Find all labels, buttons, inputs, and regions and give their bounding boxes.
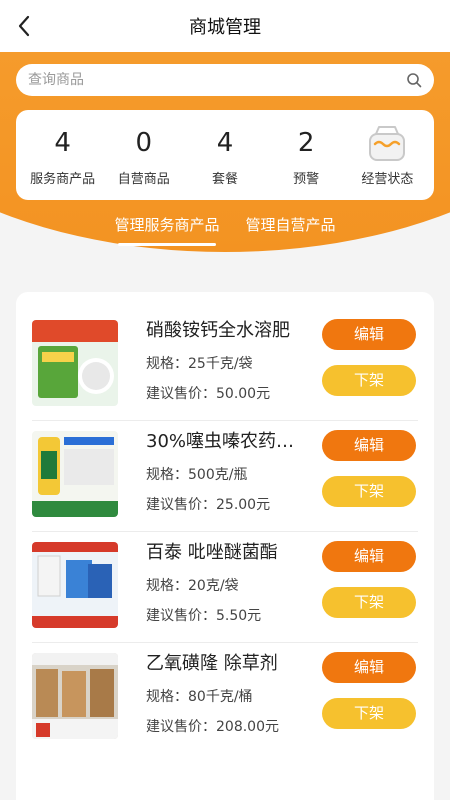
tab-service-products[interactable]: 管理服务商产品 <box>114 210 220 250</box>
delist-button[interactable]: 下架 <box>322 587 416 618</box>
product-info: 百泰 吡唑醚菌酯 规格：20克/袋 建议售价：5.50元 <box>146 540 306 627</box>
stat-packages[interactable]: 4 套餐 <box>185 124 265 187</box>
product-info: 乙氧磺隆 除草剂 规格：80千克/桶 建议售价：208.00元 <box>146 651 306 738</box>
hero-panel: 4 服务商产品 0 自营商品 4 套餐 2 预警 经营状态 管理服务商产品 管理… <box>0 52 450 262</box>
product-name: 乙氧磺隆 除草剂 <box>146 653 278 674</box>
product-image <box>32 320 118 406</box>
stat-value: 0 <box>135 127 153 158</box>
edit-button[interactable]: 编辑 <box>322 319 416 350</box>
delist-button[interactable]: 下架 <box>322 365 416 396</box>
stat-label: 预警 <box>293 171 320 187</box>
search-input[interactable] <box>28 72 406 88</box>
stat-self-products[interactable]: 0 自营商品 <box>104 124 184 187</box>
product-info: 硝酸铵钙全水溶肥 规格：25千克/袋 建议售价：50.00元 <box>146 318 306 405</box>
product-name: 百泰 吡唑醚菌酯 <box>146 542 278 563</box>
stat-value: 2 <box>297 127 315 158</box>
stat-label: 经营状态 <box>361 171 414 187</box>
product-actions: 编辑 下架 <box>322 319 416 396</box>
product-info: 30%噻虫嗪农药杀虫剂 规格：500克/瓶 建议售价：25.00元 <box>146 429 306 516</box>
product-image <box>32 431 118 517</box>
product-image <box>32 542 118 628</box>
delist-button[interactable]: 下架 <box>322 476 416 507</box>
stat-label: 自营商品 <box>117 171 170 187</box>
list-item[interactable]: 硝酸铵钙全水溶肥 规格：25千克/袋 建议售价：50.00元 编辑 下架 <box>32 310 418 421</box>
search-bar[interactable] <box>16 64 434 96</box>
stat-value: 4 <box>54 127 71 158</box>
product-image <box>32 653 118 739</box>
product-price: 建议售价：208.00元 <box>146 719 279 735</box>
product-spec: 规格：80千克/桶 <box>146 689 253 705</box>
stats-card: 4 服务商产品 0 自营商品 4 套餐 2 预警 经营状态 <box>16 110 434 200</box>
stat-service-products[interactable]: 4 服务商产品 <box>23 124 103 187</box>
product-list: 硝酸铵钙全水溶肥 规格：25千克/袋 建议售价：50.00元 编辑 下架 30%… <box>16 292 434 800</box>
list-item[interactable]: 百泰 吡唑醚菌酯 规格：20克/袋 建议售价：5.50元 编辑 下架 <box>32 532 418 643</box>
list-item[interactable]: 乙氧磺隆 除草剂 规格：80千克/桶 建议售价：208.00元 编辑 下架 <box>32 643 418 754</box>
product-price: 建议售价：5.50元 <box>146 608 262 624</box>
product-price: 建议售价：25.00元 <box>146 497 271 513</box>
product-spec: 规格：25千克/袋 <box>146 356 253 372</box>
stat-label: 套餐 <box>211 171 238 187</box>
tab-bar: 管理服务商产品 管理自营产品 <box>0 210 450 250</box>
product-name: 硝酸铵钙全水溶肥 <box>146 320 290 341</box>
list-item[interactable]: 30%噻虫嗪农药杀虫剂 规格：500克/瓶 建议售价：25.00元 编辑 下架 <box>32 421 418 532</box>
stat-label: 服务商产品 <box>30 171 96 187</box>
delist-button[interactable]: 下架 <box>322 698 416 729</box>
edit-button[interactable]: 编辑 <box>322 652 416 683</box>
back-button[interactable] <box>12 14 36 38</box>
stat-business-status[interactable]: 经营状态 <box>347 124 427 187</box>
product-actions: 编辑 下架 <box>322 541 416 618</box>
product-spec: 规格：20克/袋 <box>146 578 239 594</box>
product-actions: 编辑 下架 <box>322 430 416 507</box>
search-icon[interactable] <box>406 72 422 88</box>
edit-button[interactable]: 编辑 <box>322 430 416 461</box>
page-title: 商城管理 <box>189 17 261 38</box>
chevron-left-icon <box>18 15 30 37</box>
product-spec: 规格：500克/瓶 <box>146 467 248 483</box>
shop-status-icon <box>369 125 406 161</box>
tab-self-products[interactable]: 管理自营产品 <box>246 210 336 250</box>
stat-value: 4 <box>216 127 234 158</box>
top-bar: 商城管理 <box>0 0 450 52</box>
product-price: 建议售价：50.00元 <box>146 386 271 402</box>
edit-button[interactable]: 编辑 <box>322 541 416 572</box>
stat-warnings[interactable]: 2 预警 <box>266 124 346 187</box>
product-name: 30%噻虫嗪农药杀虫剂 <box>146 431 306 452</box>
product-actions: 编辑 下架 <box>322 652 416 729</box>
